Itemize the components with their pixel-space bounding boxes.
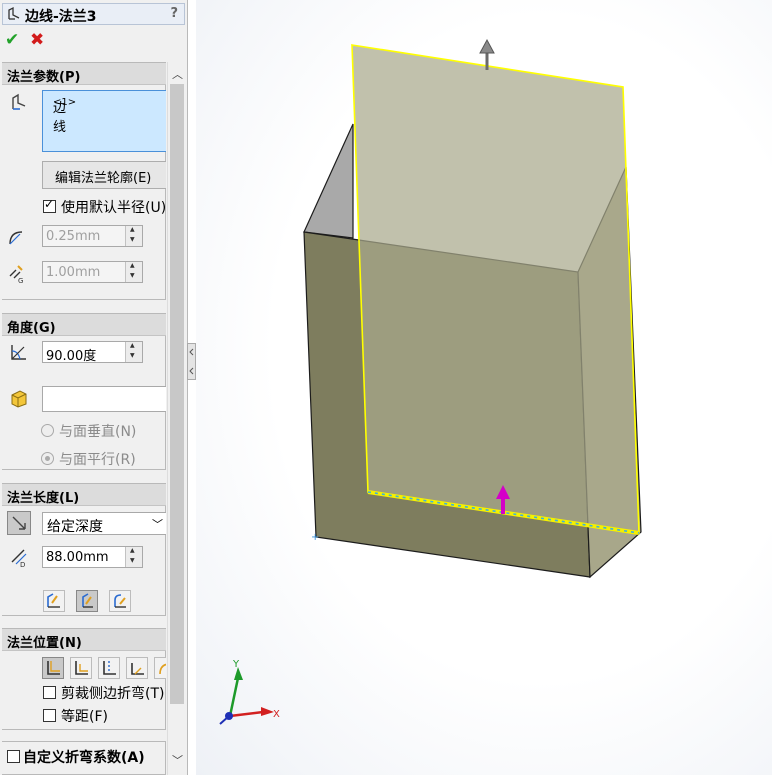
group-title: 法兰参数(P) (7, 70, 81, 85)
chevron-down-icon: ﹀ (152, 518, 163, 531)
edit-flange-profile-button[interactable]: 编辑法兰轮廓(E) (42, 161, 166, 189)
parallel-label: 与面平行(R) (59, 452, 136, 468)
parallel-radio[interactable] (41, 452, 54, 465)
tangent-position-button[interactable] (154, 657, 166, 679)
origin-mark: + (311, 532, 319, 543)
material-inside-button[interactable] (42, 657, 64, 679)
reverse-direction-icon (12, 516, 26, 530)
gap-distance-spinner[interactable] (125, 262, 142, 282)
coordinate-triad (219, 667, 274, 725)
bend-radius-spinner[interactable] (125, 226, 142, 246)
group-title: 法兰长度(L) (7, 491, 80, 506)
triad-x-label: X (273, 709, 280, 720)
group-title: 角度(G) (7, 321, 56, 336)
model-view: + Y X (219, 38, 642, 725)
group-header-flange-length[interactable]: 法兰长度(L) (2, 484, 166, 506)
edge-select-icon (12, 93, 26, 110)
gap-distance-input[interactable]: 1.00mm (42, 261, 143, 283)
group-title: 法兰位置(N) (7, 636, 82, 651)
flange-angle-input[interactable]: 90.00度 (42, 341, 143, 364)
trim-side-bends-checkbox[interactable] (43, 686, 56, 699)
group-header-angle[interactable]: 角度(G) (2, 314, 166, 336)
flange-angle-icon (11, 345, 26, 360)
group-flange-length: 法兰长度(L) 给定深度 ﹀ D 88.00mm (2, 483, 166, 616)
box-top-left-face (303, 123, 354, 239)
svg-text:G: G (18, 277, 23, 284)
help-button[interactable]: ? (170, 6, 178, 21)
group-header-flange-position[interactable]: 法兰位置(N) (2, 629, 166, 651)
ok-button[interactable]: ✔ (5, 30, 19, 50)
virtual-sharp-position-icon (131, 663, 144, 675)
group-flange-parameters: 法兰参数(P) 边线<1> 编辑法兰轮廓(E) 使用默认半径(U) 0.25mm (2, 62, 166, 300)
outer-virtual-sharp-icon (47, 593, 60, 608)
outer-virtual-sharp-button[interactable] (43, 590, 65, 612)
bend-radius-input[interactable]: 0.25mm (42, 225, 143, 247)
group-custom-bend-allowance: 自定义折弯系数(A) (2, 741, 166, 775)
flange-angle-spinner[interactable] (125, 342, 142, 362)
use-default-radius-checkbox[interactable] (43, 197, 56, 213)
panel-scroll-area: 法兰参数(P) 边线<1> 编辑法兰轮廓(E) 使用默认半径(U) 0.25mm (2, 62, 166, 775)
reference-face-input[interactable] (42, 386, 166, 412)
tangent-bend-icon (114, 594, 126, 608)
trim-side-bends-label: 剪裁侧边折弯(T) (61, 686, 165, 702)
grip-icon (189, 348, 194, 375)
group-angle: 角度(G) 90.00度 与面垂直(N) 与面平行(R) (2, 313, 166, 470)
use-default-radius-label: 使用默认半径(U) (61, 200, 166, 216)
material-outside-icon (75, 661, 88, 675)
reverse-direction-button[interactable] (7, 511, 31, 535)
flange-length-input[interactable]: 88.00mm (42, 546, 143, 568)
property-manager: 边线-法兰3 ? ✔ ✖ 法兰参数(P) 边线<1> 编辑法兰轮廓(E) 使用默… (0, 0, 188, 775)
bend-radius-icon (9, 231, 23, 245)
graphics-area[interactable]: + Y X (196, 0, 772, 775)
panel-splitter-handle[interactable] (187, 343, 196, 380)
tangent-bend-button[interactable] (109, 590, 131, 612)
flange-length-spinner[interactable] (125, 547, 142, 567)
triad-y-label: Y (232, 659, 240, 670)
gap-distance-icon: G (9, 265, 23, 284)
virtual-sharp-position-button[interactable] (126, 657, 148, 679)
svg-text:D: D (20, 561, 25, 568)
material-inside-icon (47, 661, 60, 675)
bend-outside-icon (103, 661, 116, 675)
panel-scrollbar[interactable]: ︿ ﹀ (167, 62, 186, 775)
face-select-icon (11, 390, 27, 408)
end-condition-select[interactable]: 给定深度 ﹀ (42, 512, 166, 535)
inner-virtual-sharp-button[interactable] (76, 590, 98, 612)
chevron-up-icon[interactable]: ︿ (172, 66, 183, 82)
custom-bend-allowance-checkbox[interactable] (7, 750, 20, 763)
custom-bend-allowance-label: 自定义折弯系数(A) (23, 750, 145, 766)
inner-virtual-sharp-icon (82, 593, 93, 608)
edge-flange-icon (8, 6, 20, 20)
chevron-down-icon[interactable]: ﹀ (172, 752, 183, 768)
feature-title: 边线-法兰3 (25, 9, 97, 25)
tangent-position-icon (159, 663, 166, 675)
cancel-button[interactable]: ✖ (30, 30, 44, 50)
perpendicular-label: 与面垂直(N) (59, 424, 137, 440)
material-outside-button[interactable] (70, 657, 92, 679)
perpendicular-radio[interactable] (41, 424, 54, 437)
feature-title-bar: 边线-法兰3 ? (2, 3, 185, 25)
flange-preview-face[interactable] (351, 44, 640, 534)
length-distance-icon: D (11, 549, 27, 568)
offset-label: 等距(F) (61, 709, 108, 725)
scrollbar-thumb[interactable] (170, 84, 184, 704)
edge-selection-list[interactable]: 边线 <1> (42, 90, 166, 152)
offset-checkbox[interactable] (43, 709, 56, 722)
group-header-flange-parameters[interactable]: 法兰参数(P) (2, 63, 166, 85)
bend-outside-button[interactable] (98, 657, 120, 679)
group-flange-position: 法兰位置(N) 剪裁侧边折弯(T) 等距(F) (2, 628, 166, 730)
